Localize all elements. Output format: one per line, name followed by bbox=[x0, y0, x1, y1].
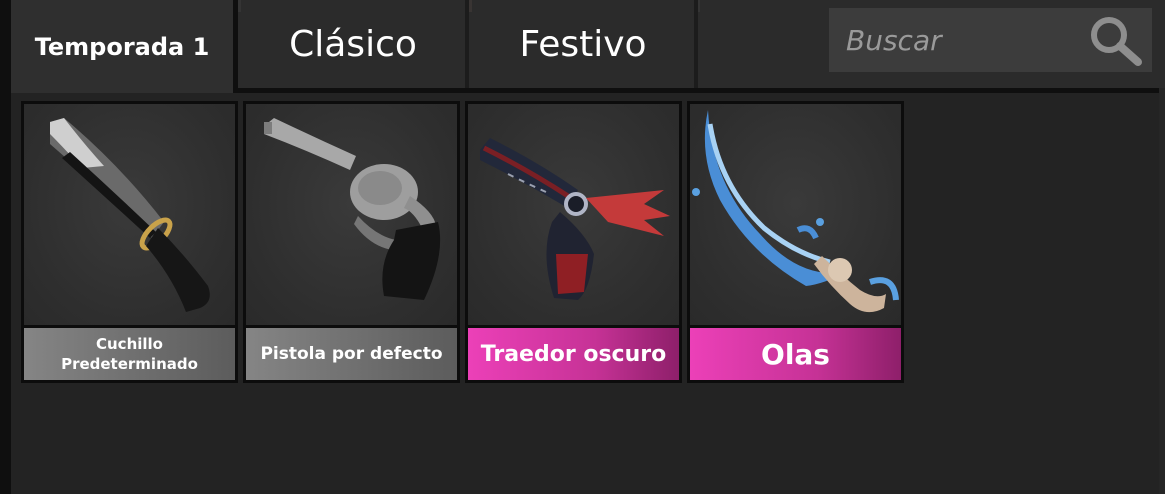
left-border bbox=[0, 0, 11, 494]
item-art bbox=[246, 104, 457, 328]
dark-gun-icon bbox=[480, 138, 670, 300]
wave-blade-icon bbox=[692, 110, 899, 313]
tab-label: Clásico bbox=[289, 23, 417, 65]
item-name: Olas bbox=[690, 328, 901, 380]
item-card-traedor-oscuro[interactable]: Traedor oscuro bbox=[465, 101, 682, 383]
item-card-pistola[interactable]: Pistola por defecto bbox=[243, 101, 460, 383]
right-border bbox=[1159, 88, 1165, 494]
item-name: Cuchillo Predeterminado bbox=[24, 328, 235, 380]
item-art bbox=[468, 104, 679, 328]
item-art bbox=[690, 104, 901, 328]
item-art bbox=[24, 104, 235, 328]
knife-icon bbox=[50, 118, 210, 312]
content-divider bbox=[238, 88, 1159, 93]
item-card-cuchillo[interactable]: Cuchillo Predeterminado bbox=[21, 101, 238, 383]
search-input[interactable] bbox=[829, 8, 1096, 72]
tab-temporada-1[interactable]: Temporada 1 bbox=[11, 0, 238, 93]
tab-label: Festivo bbox=[519, 23, 647, 65]
tab-label: Temporada 1 bbox=[34, 32, 210, 61]
tab-clasico[interactable]: Clásico bbox=[241, 0, 469, 88]
tab-festivo[interactable]: Festivo bbox=[472, 0, 698, 88]
item-name: Traedor oscuro bbox=[468, 328, 679, 380]
revolver-icon bbox=[264, 118, 441, 300]
item-name: Pistola por defecto bbox=[246, 328, 457, 380]
item-card-olas[interactable]: Olas bbox=[687, 101, 904, 383]
search-box bbox=[829, 8, 1152, 72]
search-icon[interactable] bbox=[1087, 14, 1145, 68]
